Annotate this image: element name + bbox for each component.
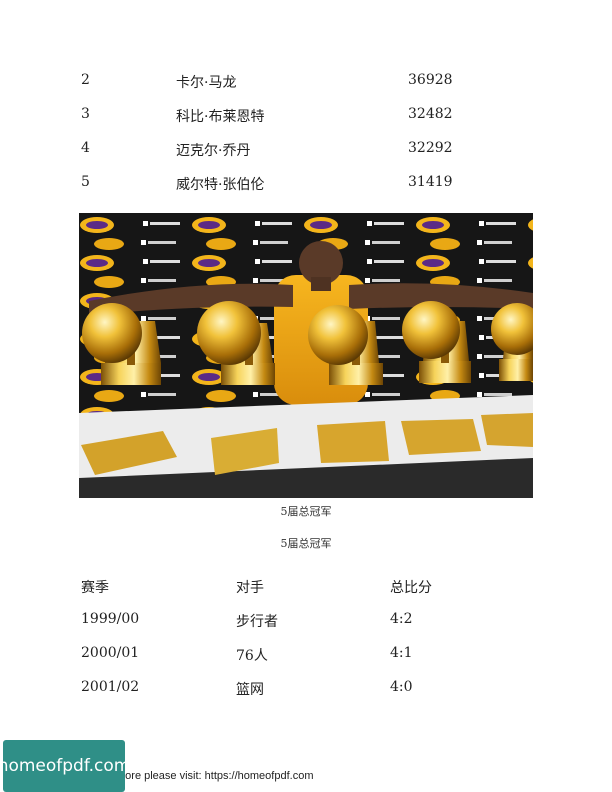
table-row: 1999/00 步行者 4:2 — [0, 611, 612, 631]
opponent-cell: 篮网 — [236, 682, 264, 698]
table-row: 2001/02 篮网 4:0 — [0, 679, 612, 699]
player-name-cell: 迈克尔·乔丹 — [176, 143, 251, 159]
rank-cell: 3 — [81, 106, 90, 122]
table-row: 5 威尔特·张伯伦 31419 — [0, 174, 612, 194]
table-header-row: 赛季 对手 总比分 — [0, 577, 612, 597]
points-cell: 31419 — [408, 174, 453, 190]
header-opponent: 对手 — [236, 580, 264, 596]
table-row: 4 迈克尔·乔丹 32292 — [0, 140, 612, 160]
rank-cell: 5 — [81, 174, 90, 190]
score-cell: 4:0 — [390, 679, 413, 695]
header-season: 赛季 — [81, 580, 109, 596]
score-cell: 4:2 — [390, 611, 413, 627]
points-cell: 36928 — [408, 72, 453, 88]
table-row: 2 卡尔·马龙 36928 — [0, 72, 612, 92]
player-name-cell: 威尔特·张伯伦 — [176, 177, 265, 193]
points-cell: 32292 — [408, 140, 453, 156]
opponent-cell: 步行者 — [236, 614, 278, 630]
rank-cell: 2 — [81, 72, 90, 88]
player-name-cell: 卡尔·马龙 — [176, 75, 237, 91]
player-name-cell: 科比·布莱恩特 — [176, 109, 265, 125]
photo-caption-repeat: 5届总冠军 — [280, 537, 332, 550]
footer-visit-link[interactable]: More please visit: https://homeofpdf.com — [116, 770, 313, 782]
table-row: 2000/01 76人 4:1 — [0, 645, 612, 665]
opponent-cell: 76人 — [236, 648, 268, 664]
season-cell: 1999/00 — [81, 611, 140, 627]
photo-caption: 5届总冠军 — [280, 505, 332, 518]
homeofpdf-logo[interactable]: homeofpdf.com — [0, 740, 130, 792]
score-cell: 4:1 — [390, 645, 413, 661]
season-cell: 2000/01 — [81, 645, 140, 661]
rank-cell: 4 — [81, 140, 90, 156]
points-cell: 32482 — [408, 106, 453, 122]
table-row: 3 科比·布莱恩特 32482 — [0, 106, 612, 126]
header-score: 总比分 — [390, 580, 432, 596]
championship-trophies-photo — [79, 213, 533, 498]
season-cell: 2001/02 — [81, 679, 140, 695]
